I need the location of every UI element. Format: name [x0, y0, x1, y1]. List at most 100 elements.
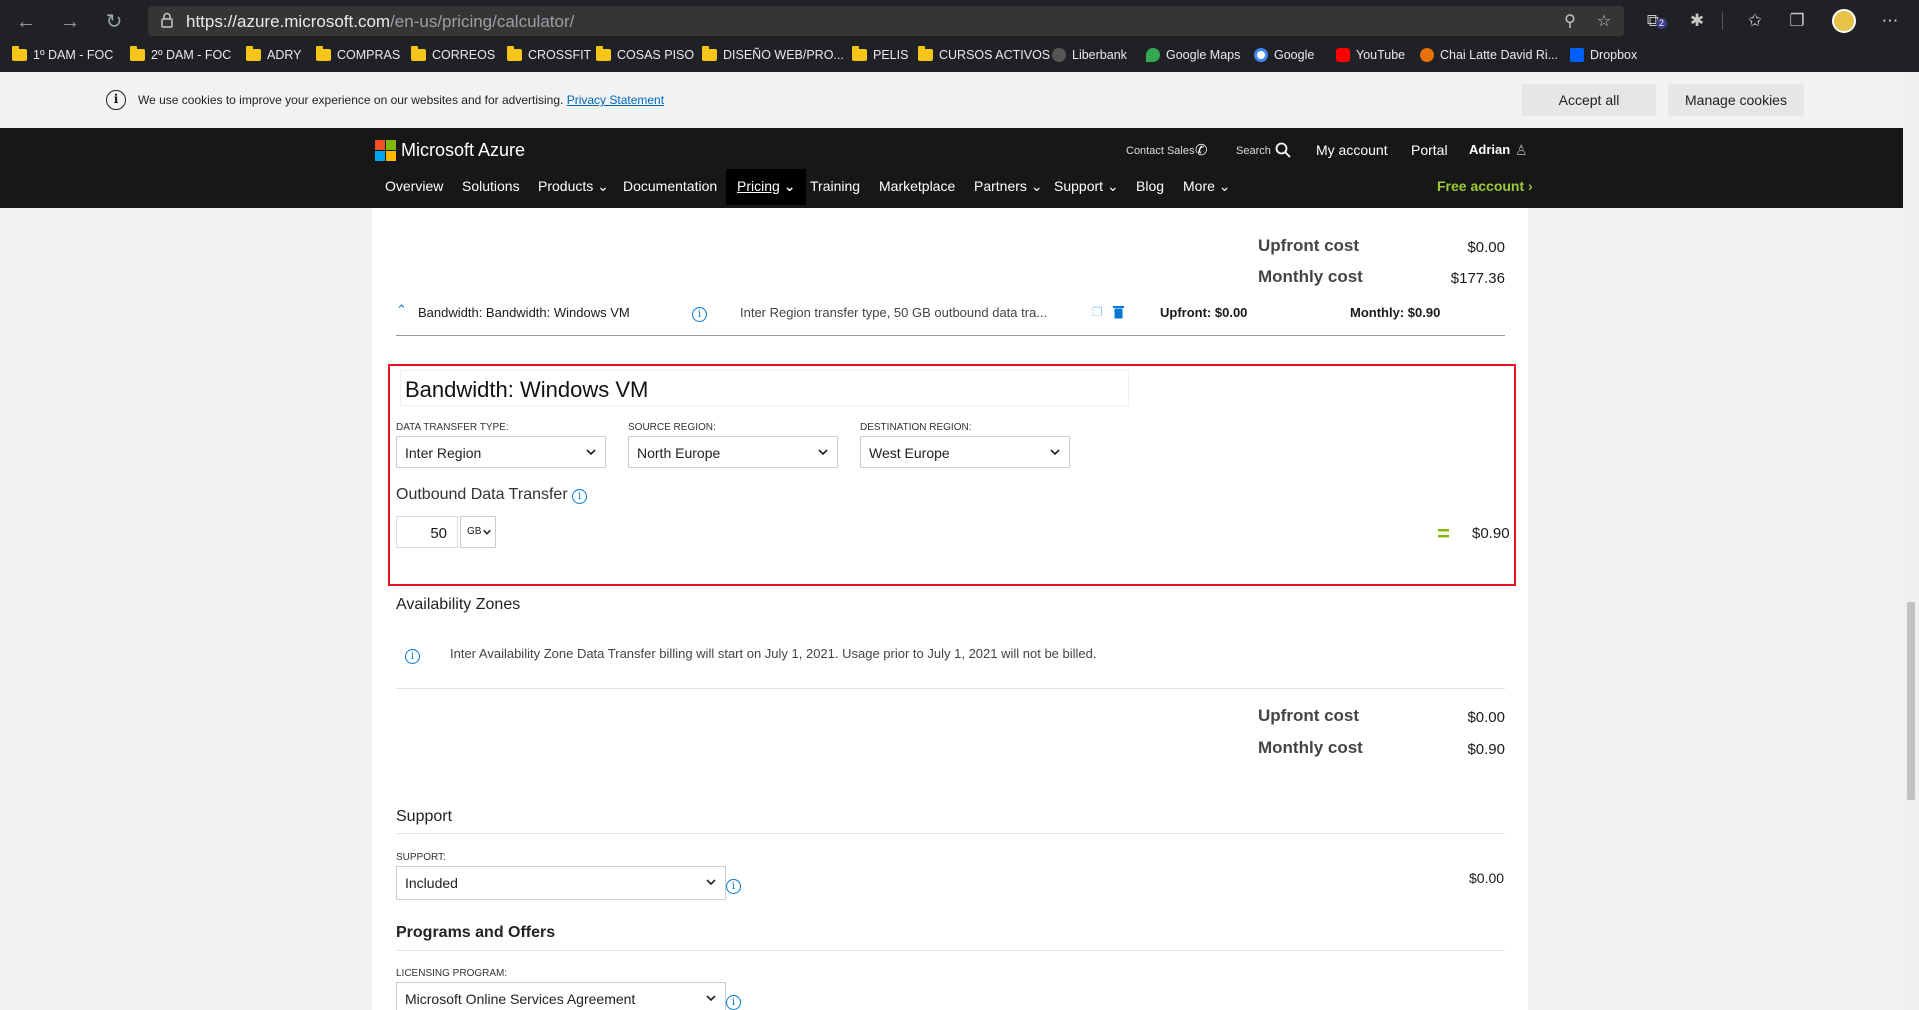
- favorites-icon[interactable]: ✩: [1742, 8, 1768, 34]
- bookmark-liberbank[interactable]: Liberbank: [1052, 44, 1127, 66]
- destination-region-label: DESTINATION REGION:: [860, 422, 972, 433]
- address-bar[interactable]: https://azure.microsoft.com/en-us/pricin…: [148, 6, 1624, 36]
- bookmark-folder[interactable]: CURSOS ACTIVOS: [918, 44, 1050, 66]
- divider: [396, 688, 1505, 689]
- menu-solutions[interactable]: Solutions: [462, 178, 520, 194]
- folder-icon: [130, 46, 145, 61]
- chevron-down-icon: ⌄: [783, 178, 796, 194]
- licensing-program-select[interactable]: Microsoft Online Services Agreement: [396, 982, 726, 1010]
- user-icon[interactable]: ♙: [1515, 142, 1528, 159]
- favorite-add-icon[interactable]: ☆: [1594, 12, 1614, 32]
- manage-cookies-button[interactable]: Manage cookies: [1668, 84, 1804, 116]
- bookmark-youtube[interactable]: YouTube: [1336, 44, 1405, 66]
- source-region-select[interactable]: North Europe: [628, 436, 838, 468]
- outbound-quantity-input[interactable]: 50: [396, 516, 458, 548]
- estimate-name-input[interactable]: Bandwidth: Windows VM: [400, 370, 1129, 406]
- extension-bug-icon[interactable]: ✱: [1684, 8, 1710, 34]
- site-header: Microsoft Azure Contact Sales ✆ Search M…: [0, 128, 1903, 208]
- equals-sign: =: [1437, 521, 1450, 546]
- clone-icon[interactable]: ❐: [1092, 305, 1103, 319]
- item-info-icon[interactable]: i: [692, 305, 707, 322]
- chevron-down-icon: ⌄: [1218, 178, 1231, 194]
- profile-avatar[interactable]: [1832, 9, 1856, 33]
- info-icon[interactable]: i: [726, 876, 741, 894]
- item-description: Inter Region transfer type, 50 GB outbou…: [740, 305, 1048, 320]
- divider: [396, 833, 1505, 834]
- brand-name[interactable]: Microsoft Azure: [401, 140, 525, 161]
- menu-partners[interactable]: Partners ⌄: [974, 178, 1043, 195]
- dropbox-icon: [1570, 48, 1584, 62]
- accept-all-button[interactable]: Accept all: [1522, 84, 1656, 116]
- forward-arrow-icon[interactable]: →: [56, 8, 84, 36]
- bookmark-folder[interactable]: CORREOS: [411, 44, 495, 66]
- chevron-down-icon: ⌄: [1106, 178, 1119, 194]
- outbound-title: Outbound Data Transfer i: [396, 486, 588, 504]
- calculator-panel: Upfront cost $0.00 Monthly cost $177.36 …: [372, 208, 1528, 1010]
- transfer-type-select[interactable]: Inter Region: [396, 436, 606, 468]
- chevron-down-icon: [1050, 449, 1060, 456]
- bookmark-chai-latte[interactable]: Chai Latte David Ri...: [1420, 44, 1558, 66]
- bookmark-folder[interactable]: 1º DAM - FOC: [12, 44, 113, 66]
- info-icon: i: [106, 90, 126, 110]
- more-menu-icon[interactable]: ⋯: [1877, 8, 1903, 34]
- bookmark-folder[interactable]: COMPRAS: [316, 44, 400, 66]
- info-icon[interactable]: i: [726, 992, 741, 1010]
- phone-icon[interactable]: ✆: [1195, 141, 1208, 159]
- availability-notice: Inter Availability Zone Data Transfer bi…: [450, 646, 1097, 661]
- bookmark-folder[interactable]: COSAS PISO: [596, 44, 694, 66]
- menu-marketplace[interactable]: Marketplace: [879, 178, 955, 194]
- menu-documentation[interactable]: Documentation: [623, 178, 717, 194]
- menu-overview[interactable]: Overview: [385, 178, 443, 194]
- zoom-icon[interactable]: ⚲: [1560, 12, 1580, 32]
- user-name[interactable]: Adrian: [1469, 142, 1510, 157]
- support-label: SUPPORT:: [396, 852, 446, 863]
- portal-link[interactable]: Portal: [1411, 142, 1448, 158]
- estimate-item-row[interactable]: ⌃ Bandwidth: Bandwidth: Windows VM i Int…: [396, 290, 1505, 336]
- google-icon: [1254, 48, 1268, 62]
- microsoft-logo-icon[interactable]: [375, 140, 397, 162]
- menu-support[interactable]: Support ⌄: [1054, 178, 1119, 195]
- upfront-cost-value: $0.00: [1467, 709, 1505, 726]
- page-scrollbar[interactable]: [1903, 72, 1919, 1010]
- chevron-up-icon[interactable]: ⌃: [396, 302, 408, 317]
- outbound-price: $0.90: [1472, 525, 1510, 542]
- trash-icon[interactable]: [1113, 305, 1124, 319]
- privacy-statement-link[interactable]: Privacy Statement: [567, 93, 664, 107]
- my-account-link[interactable]: My account: [1316, 142, 1388, 158]
- item-upfront: Upfront: $0.00: [1160, 305, 1248, 320]
- menu-pricing[interactable]: Pricing ⌄: [726, 169, 807, 205]
- bookmark-google[interactable]: Google: [1254, 44, 1314, 66]
- bookmark-folder[interactable]: 2º DAM - FOC: [130, 44, 231, 66]
- bookmark-folder[interactable]: PELIS: [852, 44, 908, 66]
- bookmark-dropbox[interactable]: Dropbox: [1570, 44, 1637, 66]
- outbound-unit-select[interactable]: GB: [460, 516, 496, 548]
- menu-training[interactable]: Training: [810, 178, 860, 194]
- transfer-type-label: DATA TRANSFER TYPE:: [396, 422, 509, 433]
- upfront-cost-label: Upfront cost: [1258, 706, 1360, 725]
- destination-region-select[interactable]: West Europe: [860, 436, 1070, 468]
- liberbank-icon: [1052, 48, 1066, 62]
- extension-icon[interactable]: ⧉ 2: [1640, 8, 1667, 34]
- back-arrow-icon[interactable]: ←: [12, 8, 40, 36]
- collections-icon[interactable]: ❐: [1784, 8, 1810, 34]
- search-icon[interactable]: [1275, 142, 1291, 158]
- search-link[interactable]: Search: [1236, 145, 1271, 157]
- menu-products[interactable]: Products ⌄: [538, 178, 609, 195]
- chevron-down-icon: [818, 449, 828, 456]
- info-icon[interactable]: i: [572, 489, 588, 504]
- site-icon: [1420, 48, 1434, 62]
- scrollbar-thumb[interactable]: [1907, 602, 1915, 800]
- contact-sales-link[interactable]: Contact Sales: [1126, 145, 1194, 157]
- menu-more[interactable]: More ⌄: [1183, 178, 1231, 195]
- bookmark-folder[interactable]: CROSSFIT: [507, 44, 591, 66]
- free-account-link[interactable]: Free account ›: [1437, 178, 1533, 194]
- menu-blog[interactable]: Blog: [1136, 178, 1164, 194]
- support-select[interactable]: Included: [396, 866, 726, 900]
- bookmark-google-maps[interactable]: Google Maps: [1146, 44, 1240, 66]
- bookmarks-bar: 1º DAM - FOC 2º DAM - FOC ADRY COMPRAS C…: [0, 42, 1919, 70]
- bookmark-folder[interactable]: ADRY: [246, 44, 302, 66]
- monthly-cost-label: Monthly cost: [1258, 267, 1363, 286]
- chevron-right-icon: ›: [1528, 178, 1533, 194]
- reload-icon[interactable]: ↻: [100, 8, 128, 36]
- bookmark-folder[interactable]: DISEÑO WEB/PRO...: [702, 44, 844, 66]
